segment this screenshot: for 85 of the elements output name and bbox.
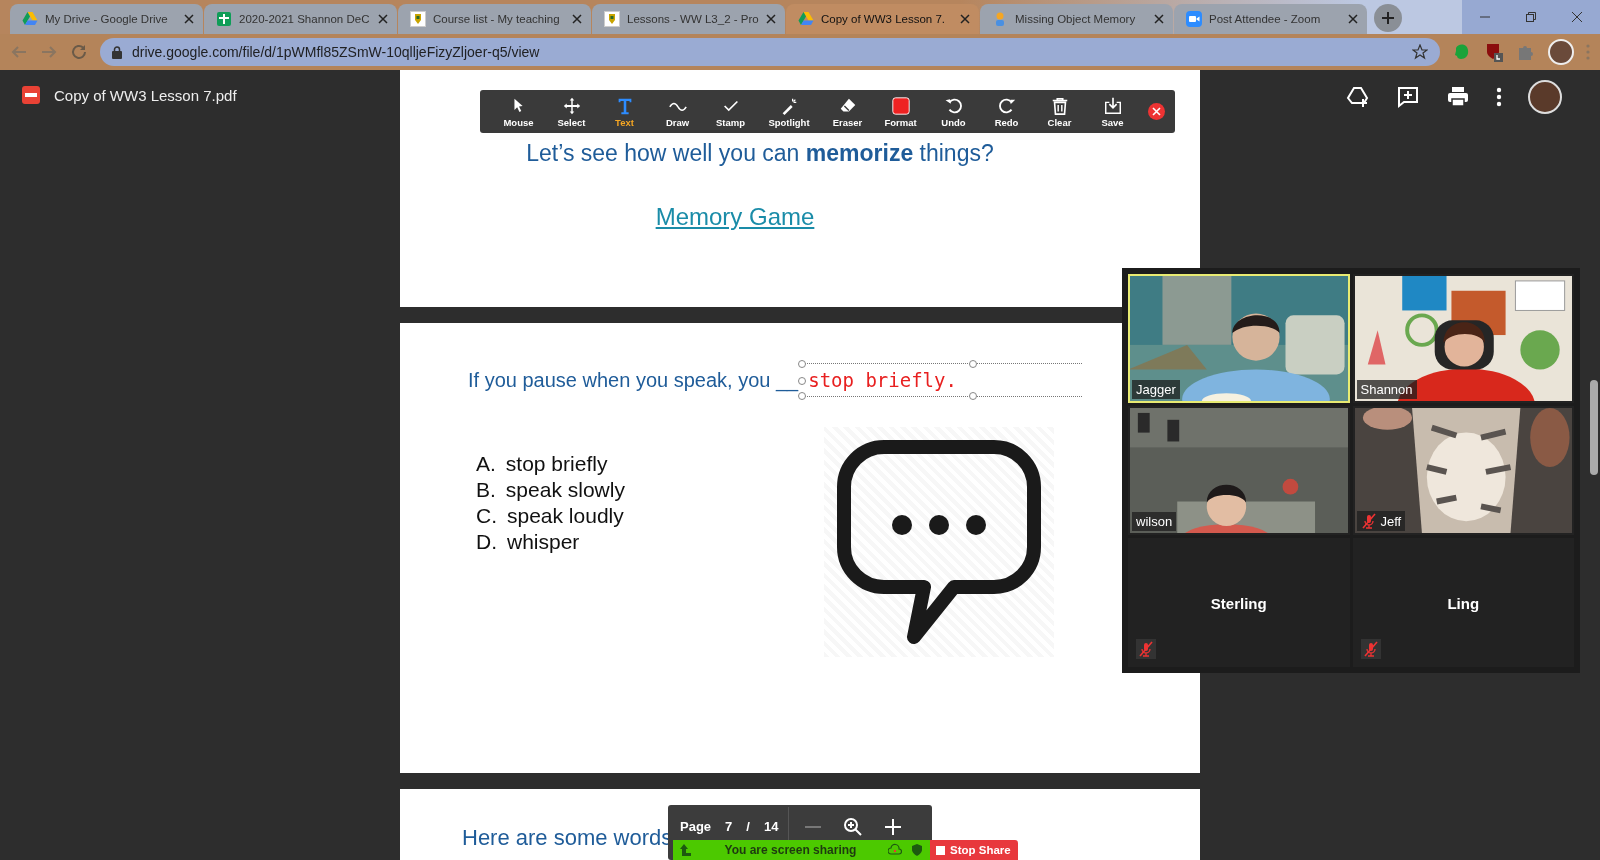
video-tile[interactable]: Ling (1352, 538, 1574, 667)
close-icon (1572, 12, 1582, 22)
drive-icon (22, 11, 38, 27)
browser-tab[interactable]: Post Attendee - Zoom (1174, 4, 1367, 34)
profile-avatar[interactable] (1528, 80, 1562, 114)
profile-avatar[interactable] (1548, 39, 1574, 65)
shield-badge-icon[interactable] (1484, 42, 1504, 62)
close-icon[interactable] (572, 14, 582, 24)
annotation-tool[interactable]: Save (1086, 95, 1139, 128)
answer-option: D. whisper (476, 530, 824, 554)
annotation-tool[interactable]: Stamp (704, 95, 757, 128)
more-icon[interactable] (1496, 87, 1502, 107)
color-swatch-icon (890, 95, 911, 116)
speech-bubble-icon (834, 437, 1044, 647)
new-tab-button[interactable] (1374, 4, 1402, 32)
browser-tab[interactable]: Course list - My teaching (398, 4, 591, 34)
close-button[interactable] (1148, 103, 1165, 120)
video-tile[interactable]: Jagger (1128, 274, 1350, 403)
annotation-tool[interactable]: Format (874, 95, 927, 128)
annotation-tool[interactable]: Mouse (492, 95, 545, 128)
arrow-icon[interactable] (679, 843, 693, 857)
participant-name: Jeff (1380, 513, 1402, 529)
sharing-status: You are screen sharing (723, 843, 858, 857)
annotation-tool[interactable]: Undo (927, 95, 980, 128)
page-label: Page (680, 819, 712, 834)
question-text: If you pause when you speak, you __ (468, 368, 799, 392)
page-count: 14 (763, 819, 779, 834)
browser-tab[interactable]: Missing Object Memory (980, 4, 1173, 34)
close-icon[interactable] (184, 14, 194, 24)
annotation-tool[interactable]: Spotlight (760, 95, 818, 128)
participant-name: Shannon (1360, 382, 1413, 397)
school-crest-icon (604, 11, 620, 27)
browser-tab[interactable]: Lessons - WW L3_2 - Pro (592, 4, 785, 34)
print-icon[interactable] (1446, 85, 1470, 109)
memory-game-link[interactable]: Memory Game (655, 203, 815, 231)
file-name: Copy of WW3 Lesson 7.pdf (54, 86, 237, 104)
star-icon[interactable] (1412, 44, 1428, 60)
plus-icon (1381, 11, 1395, 25)
plus-icon[interactable] (883, 816, 904, 837)
annotation-tool[interactable]: Select (545, 95, 598, 128)
add-comment-icon[interactable] (1396, 85, 1420, 109)
page-separator: / (746, 819, 750, 834)
zoom-in-icon[interactable] (843, 816, 864, 837)
close-icon[interactable] (378, 14, 388, 24)
participant-name: wilson (1136, 514, 1173, 529)
stop-share-button[interactable]: Stop Share (930, 840, 1018, 860)
annotation-tool[interactable]: Draw (651, 95, 704, 128)
scrollbar[interactable] (1590, 380, 1598, 475)
add-to-drive-icon[interactable] (1346, 85, 1370, 109)
move-icon (561, 95, 582, 116)
video-tile[interactable]: Sterling (1128, 538, 1350, 667)
participant-name: Sterling (1210, 594, 1267, 611)
answer-option: A. stop briefly (476, 452, 824, 476)
answer-option: C. speak loudly (476, 504, 824, 528)
close-icon (1152, 107, 1161, 116)
close-icon[interactable] (1154, 14, 1164, 24)
shield-icon[interactable] (910, 843, 924, 857)
video-tile[interactable]: Jeff (1352, 406, 1574, 535)
browser-tab[interactable]: Copy of WW3 Lesson 7. (786, 4, 979, 34)
participant-name: Ling (1447, 594, 1480, 611)
annotation-tool[interactable]: Text (598, 95, 651, 128)
video-camera-icon (1186, 11, 1202, 27)
download-icon (1102, 95, 1123, 116)
close-icon[interactable] (960, 14, 970, 24)
drive-icon (798, 11, 814, 27)
pdf-icon (22, 86, 40, 104)
school-crest-icon (410, 11, 426, 27)
annotation-tool[interactable]: Clear (1033, 95, 1086, 128)
cloud-icon[interactable] (888, 843, 902, 857)
slide-heading: Let’s see how well you can memorize things? (526, 140, 994, 167)
close-icon[interactable] (1348, 14, 1358, 24)
annotation-tool[interactable]: Eraser (821, 95, 874, 128)
browser-tab[interactable]: 2020-2021 Shannon DeC (204, 4, 397, 34)
page-number-field[interactable]: 7 (725, 819, 733, 834)
video-tile[interactable]: Shannon (1352, 274, 1574, 403)
annotation-tool[interactable]: Redo (980, 95, 1033, 128)
participant-name: Jagger (1136, 382, 1176, 397)
browser-tab[interactable]: My Drive - Google Drive (10, 4, 203, 34)
restore-icon (1526, 12, 1536, 22)
spreadsheet-icon (216, 11, 232, 27)
answer-option: B. speak slowly (476, 478, 824, 502)
close-icon[interactable] (766, 14, 776, 24)
lock-icon (112, 45, 122, 59)
address-bar[interactable]: drive.google.com/file/d/1pWMfl85ZSmW-10qlljeFizyZljoer-q5/view (100, 38, 1440, 66)
video-tile[interactable]: wilson (1128, 406, 1350, 535)
